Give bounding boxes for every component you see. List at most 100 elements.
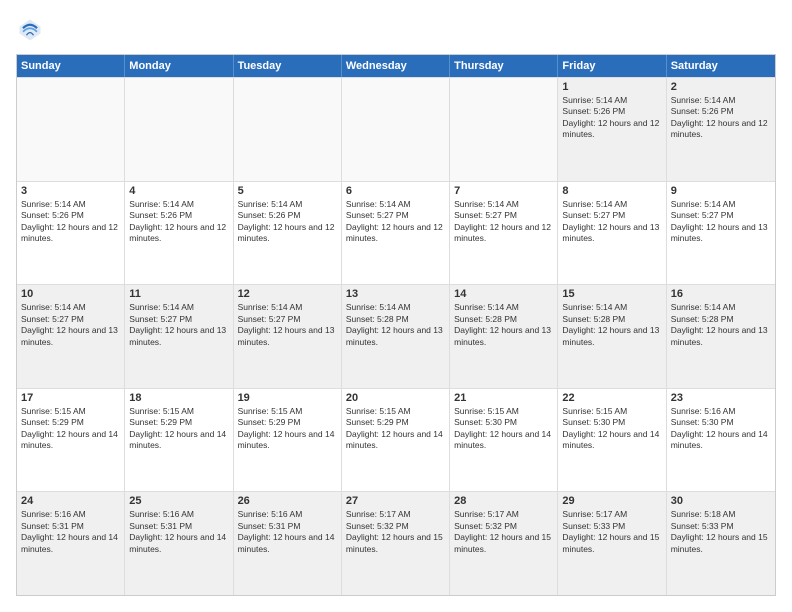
cal-cell-17: 17 Sunrise: 5:15 AM Sunset: 5:29 PM Dayli… (17, 389, 125, 492)
cell-details: Sunrise: 5:14 AM Sunset: 5:28 PM Dayligh… (454, 302, 553, 348)
day-number: 29 (562, 495, 661, 507)
cell-details: Sunrise: 5:14 AM Sunset: 5:27 PM Dayligh… (562, 199, 661, 245)
weekday-header-saturday: Saturday (667, 55, 775, 77)
cal-row-0: 1 Sunrise: 5:14 AM Sunset: 5:26 PM Daylig… (17, 77, 775, 181)
weekday-header-tuesday: Tuesday (234, 55, 342, 77)
day-number: 7 (454, 185, 553, 197)
cal-cell-23: 23Sunrise: 5:16 AM Sunset: 5:30 PM Dayli… (667, 389, 775, 492)
weekday-header-thursday: Thursday (450, 55, 558, 77)
cal-cell-25: 25 Sunrise: 5:16 AM Sunset: 5:31 PM Dayli… (125, 492, 233, 595)
cell-details: Sunrise: 5:14 AM Sunset: 5:28 PM Dayligh… (562, 302, 661, 348)
day-number: 22 (562, 392, 661, 404)
day-number: 26 (238, 495, 337, 507)
cell-details: Sunrise: 5:15 AM Sunset: 5:29 PM Dayligh… (21, 406, 120, 452)
weekday-header-wednesday: Wednesday (342, 55, 450, 77)
cal-cell-empty (234, 78, 342, 181)
cal-cell-1: 1Sunrise: 5:14 AM Sunset: 5:26 PM Daylig… (558, 78, 666, 181)
cal-cell-10: 10 Sunrise: 5:14 AM Sunset: 5:27 PM Dayli… (17, 285, 125, 388)
day-number: 25 (129, 495, 228, 507)
page: SundayMondayTuesdayWednesdayThursdayFrid… (0, 0, 792, 612)
day-number: 20 (346, 392, 445, 404)
cal-cell-8: 8 Sunrise: 5:14 AM Sunset: 5:27 PM Daylig… (558, 182, 666, 285)
cell-details: Sunrise: 5:17 AM Sunset: 5:32 PM Dayligh… (346, 509, 445, 555)
day-number: 6 (346, 185, 445, 197)
cal-cell-empty (17, 78, 125, 181)
day-number: 12 (238, 288, 337, 300)
day-number: 9 (671, 185, 771, 197)
cell-details: Sunrise: 5:15 AM Sunset: 5:30 PM Dayligh… (454, 406, 553, 452)
cal-cell-12: 12 Sunrise: 5:14 AM Sunset: 5:27 PM Dayli… (234, 285, 342, 388)
cal-cell-empty (450, 78, 558, 181)
cell-details: Sunrise: 5:17 AM Sunset: 5:33 PM Dayligh… (562, 509, 661, 555)
day-number: 8 (562, 185, 661, 197)
cal-cell-24: 24Sunrise: 5:16 AM Sunset: 5:31 PM Dayli… (17, 492, 125, 595)
day-number: 14 (454, 288, 553, 300)
cal-cell-empty (342, 78, 450, 181)
cell-details: Sunrise: 5:14 AM Sunset: 5:27 PM Dayligh… (346, 199, 445, 245)
cal-cell-14: 14 Sunrise: 5:14 AM Sunset: 5:28 PM Dayli… (450, 285, 558, 388)
cal-cell-5: 5 Sunrise: 5:14 AM Sunset: 5:26 PM Daylig… (234, 182, 342, 285)
day-number: 5 (238, 185, 337, 197)
logo (16, 16, 48, 44)
day-number: 28 (454, 495, 553, 507)
cal-row-2: 10 Sunrise: 5:14 AM Sunset: 5:27 PM Dayli… (17, 284, 775, 388)
cell-details: Sunrise: 5:14 AM Sunset: 5:26 PM Dayligh… (238, 199, 337, 245)
cal-cell-21: 21 Sunrise: 5:15 AM Sunset: 5:30 PM Dayli… (450, 389, 558, 492)
day-number: 1 (562, 81, 661, 93)
cal-cell-20: 20Sunrise: 5:15 AM Sunset: 5:29 PM Dayli… (342, 389, 450, 492)
cal-cell-16: 16 Sunrise: 5:14 AM Sunset: 5:28 PM Dayli… (667, 285, 775, 388)
day-number: 13 (346, 288, 445, 300)
cal-cell-13: 13 Sunrise: 5:14 AM Sunset: 5:28 PM Dayli… (342, 285, 450, 388)
cell-details: Sunrise: 5:16 AM Sunset: 5:31 PM Dayligh… (238, 509, 337, 555)
day-number: 30 (671, 495, 771, 507)
cal-cell-18: 18 Sunrise: 5:15 AM Sunset: 5:29 PM Dayli… (125, 389, 233, 492)
cal-cell-28: 28 Sunrise: 5:17 AM Sunset: 5:32 PM Dayli… (450, 492, 558, 595)
day-number: 19 (238, 392, 337, 404)
cell-details: Sunrise: 5:16 AM Sunset: 5:31 PM Dayligh… (21, 509, 120, 555)
day-number: 2 (671, 81, 771, 93)
cell-details: Sunrise: 5:18 AM Sunset: 5:33 PM Dayligh… (671, 509, 771, 555)
day-number: 16 (671, 288, 771, 300)
cal-cell-29: 29 Sunrise: 5:17 AM Sunset: 5:33 PM Dayli… (558, 492, 666, 595)
cal-cell-9: 9 Sunrise: 5:14 AM Sunset: 5:27 PM Daylig… (667, 182, 775, 285)
logo-icon (16, 16, 44, 44)
cal-cell-27: 27Sunrise: 5:17 AM Sunset: 5:32 PM Dayli… (342, 492, 450, 595)
cal-cell-26: 26 Sunrise: 5:16 AM Sunset: 5:31 PM Dayli… (234, 492, 342, 595)
cell-details: Sunrise: 5:14 AM Sunset: 5:26 PM Dayligh… (129, 199, 228, 245)
header (16, 16, 776, 44)
cal-row-3: 17 Sunrise: 5:15 AM Sunset: 5:29 PM Dayli… (17, 388, 775, 492)
cell-details: Sunrise: 5:14 AM Sunset: 5:26 PM Dayligh… (671, 95, 771, 141)
cal-cell-2: 2 Sunrise: 5:14 AM Sunset: 5:26 PM Daylig… (667, 78, 775, 181)
cal-cell-4: 4 Sunrise: 5:14 AM Sunset: 5:26 PM Daylig… (125, 182, 233, 285)
weekday-header-monday: Monday (125, 55, 233, 77)
day-number: 17 (21, 392, 120, 404)
cell-details: Sunrise: 5:14 AM Sunset: 5:27 PM Dayligh… (21, 302, 120, 348)
cal-row-4: 24Sunrise: 5:16 AM Sunset: 5:31 PM Dayli… (17, 491, 775, 595)
cell-details: Sunrise: 5:14 AM Sunset: 5:27 PM Dayligh… (671, 199, 771, 245)
day-number: 10 (21, 288, 120, 300)
cal-cell-7: 7 Sunrise: 5:14 AM Sunset: 5:27 PM Daylig… (450, 182, 558, 285)
day-number: 3 (21, 185, 120, 197)
weekday-header-friday: Friday (558, 55, 666, 77)
cell-details: Sunrise: 5:14 AM Sunset: 5:27 PM Dayligh… (238, 302, 337, 348)
cell-details: Sunrise: 5:15 AM Sunset: 5:30 PM Dayligh… (562, 406, 661, 452)
day-number: 21 (454, 392, 553, 404)
cell-details: Sunrise: 5:17 AM Sunset: 5:32 PM Dayligh… (454, 509, 553, 555)
cell-details: Sunrise: 5:14 AM Sunset: 5:27 PM Dayligh… (454, 199, 553, 245)
cell-details: Sunrise: 5:14 AM Sunset: 5:28 PM Dayligh… (671, 302, 771, 348)
cal-cell-6: 6 Sunrise: 5:14 AM Sunset: 5:27 PM Daylig… (342, 182, 450, 285)
calendar: SundayMondayTuesdayWednesdayThursdayFrid… (16, 54, 776, 596)
weekday-header-sunday: Sunday (17, 55, 125, 77)
cal-cell-22: 22 Sunrise: 5:15 AM Sunset: 5:30 PM Dayli… (558, 389, 666, 492)
cell-details: Sunrise: 5:14 AM Sunset: 5:28 PM Dayligh… (346, 302, 445, 348)
cell-details: Sunrise: 5:15 AM Sunset: 5:29 PM Dayligh… (129, 406, 228, 452)
cal-cell-3: 3Sunrise: 5:14 AM Sunset: 5:26 PM Daylig… (17, 182, 125, 285)
cal-cell-15: 15 Sunrise: 5:14 AM Sunset: 5:28 PM Dayli… (558, 285, 666, 388)
cell-details: Sunrise: 5:15 AM Sunset: 5:29 PM Dayligh… (238, 406, 337, 452)
cell-details: Sunrise: 5:14 AM Sunset: 5:27 PM Dayligh… (129, 302, 228, 348)
cell-details: Sunrise: 5:16 AM Sunset: 5:31 PM Dayligh… (129, 509, 228, 555)
day-number: 15 (562, 288, 661, 300)
day-number: 18 (129, 392, 228, 404)
cal-cell-11: 11Sunrise: 5:14 AM Sunset: 5:27 PM Dayli… (125, 285, 233, 388)
day-number: 4 (129, 185, 228, 197)
